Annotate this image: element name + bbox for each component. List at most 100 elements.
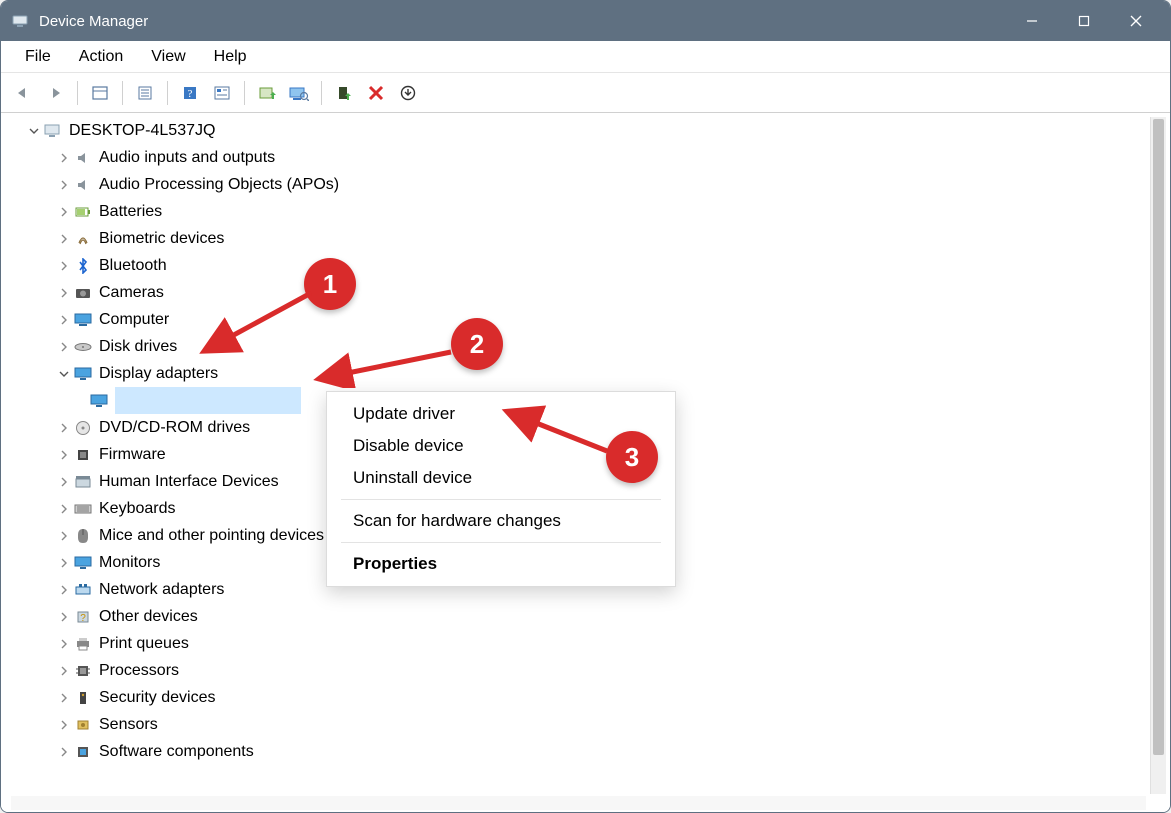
chevron-right-icon[interactable]: [55, 662, 73, 680]
display-icon: [89, 392, 109, 410]
chevron-right-icon[interactable]: [55, 500, 73, 518]
tree-root[interactable]: DESKTOP-4L537JQ: [11, 117, 1146, 144]
titlebar[interactable]: Device Manager: [1, 1, 1170, 41]
security-icon: [73, 689, 93, 707]
sensor-icon: [73, 716, 93, 734]
ctx-update-driver[interactable]: Update driver: [327, 398, 675, 430]
chevron-right-icon[interactable]: [55, 284, 73, 302]
mouse-icon: [73, 527, 93, 545]
tree-category-label: Monitors: [99, 549, 160, 576]
tree-category[interactable]: Disk drives: [11, 333, 1146, 360]
tree-device-label: [115, 387, 301, 414]
scrollbar-thumb[interactable]: [1153, 119, 1164, 755]
ctx-scan-hardware[interactable]: Scan for hardware changes: [327, 505, 675, 537]
enable-device-button[interactable]: [330, 79, 358, 107]
tree-category-label: Mice and other pointing devices: [99, 522, 324, 549]
tree-category-label: Biometric devices: [99, 225, 224, 252]
tree-category[interactable]: Sensors: [11, 711, 1146, 738]
chevron-right-icon[interactable]: [55, 176, 73, 194]
toolbar: ?: [1, 73, 1170, 113]
menu-action[interactable]: Action: [65, 44, 137, 70]
vertical-scrollbar[interactable]: [1150, 117, 1166, 794]
tree-category-label: Bluetooth: [99, 252, 167, 279]
tree-category[interactable]: Batteries: [11, 198, 1146, 225]
svg-text:?: ?: [188, 88, 193, 100]
chevron-right-icon[interactable]: [55, 230, 73, 248]
svg-text:?: ?: [80, 613, 86, 624]
minimize-button[interactable]: [1006, 1, 1058, 41]
chevron-right-icon[interactable]: [55, 203, 73, 221]
printer-icon: [73, 635, 93, 653]
computer-root-icon: [43, 122, 63, 140]
menu-view[interactable]: View: [137, 44, 199, 70]
keyboard-icon: [73, 500, 93, 518]
tree-category[interactable]: Software components: [11, 738, 1146, 765]
tree-category[interactable]: Security devices: [11, 684, 1146, 711]
window-title: Device Manager: [39, 13, 148, 30]
monitor-icon: [73, 554, 93, 572]
chevron-right-icon[interactable]: [55, 473, 73, 491]
tree-category-label: Print queues: [99, 630, 189, 657]
chevron-right-icon[interactable]: [55, 743, 73, 761]
context-menu: Update driver Disable device Uninstall d…: [326, 391, 676, 587]
chevron-right-icon[interactable]: [55, 689, 73, 707]
chevron-right-icon[interactable]: [55, 149, 73, 167]
tree-category[interactable]: Print queues: [11, 630, 1146, 657]
chevron-right-icon[interactable]: [55, 527, 73, 545]
chevron-down-icon[interactable]: [25, 122, 43, 140]
tree-category-display-adapters[interactable]: Display adapters: [11, 360, 1146, 387]
tree-category-label: Disk drives: [99, 333, 177, 360]
show-hidden-button[interactable]: [86, 79, 114, 107]
device-manager-window: Device Manager File Action View Help ?: [0, 0, 1171, 813]
tree-category-label: Audio inputs and outputs: [99, 144, 275, 171]
chevron-right-icon[interactable]: [55, 338, 73, 356]
maximize-button[interactable]: [1058, 1, 1110, 41]
menubar: File Action View Help: [1, 41, 1170, 73]
toolbar-separator: [244, 81, 245, 105]
tree-root-label: DESKTOP-4L537JQ: [69, 117, 215, 144]
properties-button[interactable]: [131, 79, 159, 107]
tree-category[interactable]: Processors: [11, 657, 1146, 684]
camera-icon: [73, 284, 93, 302]
tree-category[interactable]: Computer: [11, 306, 1146, 333]
back-button[interactable]: [9, 79, 37, 107]
ctx-properties[interactable]: Properties: [327, 548, 675, 580]
chevron-right-icon[interactable]: [55, 608, 73, 626]
chevron-right-icon[interactable]: [55, 257, 73, 275]
chevron-right-icon[interactable]: [55, 311, 73, 329]
other-icon: ?: [73, 608, 93, 626]
tree-category-label: Audio Processing Objects (APOs): [99, 171, 339, 198]
tree-category[interactable]: Cameras: [11, 279, 1146, 306]
tree-category[interactable]: Biometric devices: [11, 225, 1146, 252]
tree-category[interactable]: Audio Processing Objects (APOs): [11, 171, 1146, 198]
uninstall-device-button[interactable]: [394, 79, 422, 107]
chevron-right-icon[interactable]: [55, 554, 73, 572]
speaker-icon: [73, 176, 93, 194]
tree-category[interactable]: Bluetooth: [11, 252, 1146, 279]
disable-device-button[interactable]: [362, 79, 390, 107]
tree-category-label: Computer: [99, 306, 169, 333]
scan-hardware-button[interactable]: [285, 79, 313, 107]
computer-icon: [73, 311, 93, 329]
update-driver-button[interactable]: [253, 79, 281, 107]
help-button[interactable]: ?: [176, 79, 204, 107]
tree-category[interactable]: ? Other devices: [11, 603, 1146, 630]
menu-help[interactable]: Help: [200, 44, 261, 70]
details-button[interactable]: [208, 79, 236, 107]
horizontal-scrollbar[interactable]: [11, 796, 1146, 810]
software-icon: [73, 743, 93, 761]
forward-button[interactable]: [41, 79, 69, 107]
menu-file[interactable]: File: [11, 44, 65, 70]
chevron-right-icon[interactable]: [55, 581, 73, 599]
chevron-right-icon[interactable]: [55, 635, 73, 653]
chevron-right-icon[interactable]: [55, 446, 73, 464]
chevron-down-icon[interactable]: [55, 365, 73, 383]
tree-category-label: Processors: [99, 657, 179, 684]
close-button[interactable]: [1110, 1, 1162, 41]
optical-icon: [73, 419, 93, 437]
annotation-badge-3: 3: [606, 431, 658, 483]
chevron-right-icon[interactable]: [55, 716, 73, 734]
chevron-right-icon[interactable]: [55, 419, 73, 437]
tree-category-label: Security devices: [99, 684, 216, 711]
tree-category[interactable]: Audio inputs and outputs: [11, 144, 1146, 171]
